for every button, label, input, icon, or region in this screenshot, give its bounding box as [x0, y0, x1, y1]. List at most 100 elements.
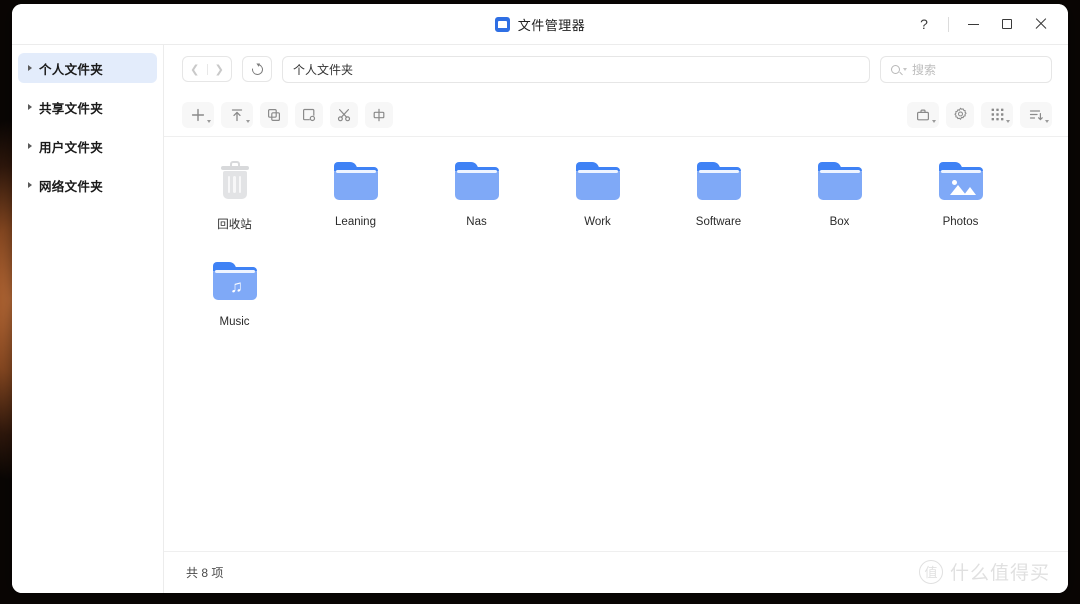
- chevron-right-icon: [28, 143, 32, 149]
- maximize-icon: [1002, 19, 1012, 29]
- list-item[interactable]: Nas: [416, 151, 537, 251]
- file-manager-window: 文件管理器 ? 个人文件夹 共享文件夹 用户文件夹 网络文件夹 ❮ ❯ 个人文件…: [12, 4, 1068, 593]
- search-box[interactable]: 搜索: [880, 55, 1052, 83]
- folder-photos-icon: [937, 157, 985, 205]
- list-item[interactable]: 回收站: [174, 151, 295, 251]
- copy-icon: [268, 108, 281, 121]
- file-label: 回收站: [217, 219, 252, 231]
- sort-button[interactable]: [1020, 101, 1052, 128]
- list-item[interactable]: Box: [779, 151, 900, 251]
- paste-button[interactable]: [295, 101, 323, 128]
- minimize-button[interactable]: [956, 9, 990, 39]
- upload-button[interactable]: [221, 101, 253, 128]
- chevron-down-icon: [246, 119, 250, 123]
- sidebar-item-shared[interactable]: 共享文件夹: [18, 92, 157, 122]
- copy-button[interactable]: [260, 101, 288, 128]
- watermark-logo: 值: [918, 559, 943, 584]
- help-button[interactable]: ?: [907, 9, 941, 39]
- chevron-right-icon: ❯: [214, 63, 224, 76]
- title-group: 文件管理器: [494, 15, 586, 34]
- minimize-icon: [967, 23, 979, 25]
- status-bar: 共 8 项 值 什么值得买: [164, 551, 1068, 593]
- list-item[interactable]: ♫ Music: [174, 251, 295, 351]
- sidebar-item-label: 网络文件夹: [39, 179, 104, 194]
- list-item[interactable]: Work: [537, 151, 658, 251]
- chevron-right-icon: [28, 182, 32, 188]
- chevron-down-icon: [207, 119, 211, 123]
- music-note-icon: ♫: [230, 277, 243, 296]
- refresh-icon: [249, 61, 265, 77]
- plus-icon: [191, 108, 205, 121]
- chevron-down-icon: [932, 119, 936, 123]
- folder-icon: [695, 157, 743, 205]
- sidebar-item-personal[interactable]: 个人文件夹: [18, 53, 157, 83]
- back-button[interactable]: ❮: [183, 57, 207, 81]
- file-label: Music: [219, 316, 250, 328]
- list-item[interactable]: Photos: [900, 151, 1021, 251]
- sidebar-item-label: 用户文件夹: [39, 140, 104, 155]
- image-icon: [949, 178, 976, 196]
- folder-app-icon: [494, 16, 510, 32]
- list-item[interactable]: Leaning: [295, 151, 416, 251]
- folder-icon: [453, 157, 501, 205]
- title-bar: 文件管理器 ?: [12, 4, 1068, 44]
- folder-icon: [574, 157, 622, 205]
- sidebar-item-users[interactable]: 用户文件夹: [18, 131, 157, 161]
- trash-icon: [211, 157, 259, 205]
- sidebar-item-label: 个人文件夹: [39, 62, 104, 77]
- chevron-right-icon: [28, 65, 32, 71]
- gear-icon: [953, 107, 967, 120]
- file-label: Leaning: [335, 216, 376, 228]
- settings-button[interactable]: [946, 101, 974, 128]
- rename-button[interactable]: [365, 101, 393, 128]
- refresh-button[interactable]: [242, 56, 272, 82]
- chevron-down-icon: [903, 67, 907, 71]
- file-label: Work: [584, 216, 611, 228]
- file-label: Photos: [942, 216, 979, 228]
- file-grid[interactable]: 回收站 Leaning Nas Work Software Box Photos…: [164, 137, 1068, 551]
- chevron-down-icon: [1006, 119, 1010, 123]
- upload-icon: [231, 108, 243, 121]
- maximize-button[interactable]: [990, 9, 1024, 39]
- grid-icon: [991, 108, 1003, 121]
- search-icon: [891, 64, 900, 74]
- sidebar: 个人文件夹 共享文件夹 用户文件夹 网络文件夹: [12, 45, 164, 593]
- paste-icon: [303, 108, 316, 121]
- toolbar-left-group: [182, 101, 393, 128]
- toolbox-icon: [917, 109, 930, 120]
- item-count-label: 共 8 项: [186, 566, 224, 580]
- scissors-icon: [337, 108, 351, 121]
- watermark: 值 什么值得买: [918, 558, 1050, 585]
- toolbar: [164, 93, 1068, 137]
- folder-music-icon: ♫: [211, 257, 259, 305]
- main-panel: ❮ ❯ 个人文件夹 搜索 回收站 Leaning Nas Work Softwa…: [164, 45, 1068, 593]
- sort-icon: [1029, 109, 1043, 120]
- forward-button[interactable]: ❯: [208, 57, 232, 81]
- view-mode-button[interactable]: [981, 101, 1013, 128]
- help-icon: ?: [920, 16, 928, 32]
- address-bar[interactable]: 个人文件夹: [282, 55, 870, 83]
- watermark-text: 什么值得买: [949, 563, 1050, 584]
- rename-icon: [373, 108, 385, 121]
- file-label: Nas: [466, 216, 487, 228]
- folder-icon: [332, 157, 380, 205]
- new-button[interactable]: [182, 101, 214, 128]
- toolbox-button[interactable]: [907, 101, 939, 128]
- chevron-down-icon: [1045, 119, 1049, 123]
- list-item[interactable]: Software: [658, 151, 779, 251]
- navigation-bar: ❮ ❯ 个人文件夹 搜索: [164, 45, 1068, 93]
- window-controls-divider: [948, 16, 949, 32]
- close-button[interactable]: [1024, 9, 1058, 39]
- window-body: 个人文件夹 共享文件夹 用户文件夹 网络文件夹 ❮ ❯ 个人文件夹 搜索 回收站…: [12, 44, 1068, 593]
- cut-button[interactable]: [330, 101, 358, 128]
- sidebar-item-label: 共享文件夹: [39, 101, 104, 116]
- toolbar-right-group: [907, 101, 1052, 128]
- address-value: 个人文件夹: [293, 62, 354, 77]
- window-controls: ?: [907, 4, 1058, 44]
- sidebar-item-network[interactable]: 网络文件夹: [18, 170, 157, 200]
- file-label: Software: [695, 216, 742, 228]
- chevron-left-icon: ❮: [190, 63, 200, 76]
- folder-icon: [816, 157, 864, 205]
- search-placeholder: 搜索: [912, 62, 937, 77]
- close-icon: [1035, 18, 1047, 30]
